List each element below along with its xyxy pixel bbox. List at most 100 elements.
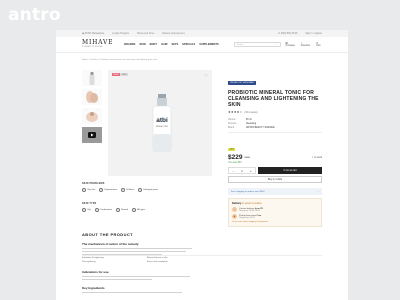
bottle-label: atbi bbox=[156, 117, 168, 124]
nav-item-brands[interactable]: BRANDS bbox=[124, 43, 135, 46]
delivery-info-link[interactable]: Learn more about shipping and payment bbox=[232, 221, 318, 223]
quantity-value[interactable]: 1 bbox=[241, 169, 243, 173]
chevron-right-icon: › bbox=[318, 190, 319, 193]
skin-problem-item[interactable]: ◦ Pigmentation bbox=[99, 188, 117, 192]
nav-item-supplements[interactable]: SUPPLEMENTS bbox=[199, 43, 218, 46]
top-strip: ◉ SHOP Marketplace Loyalty Program Store… bbox=[56, 30, 348, 37]
compare-button[interactable]: ⇄ Compare bbox=[286, 42, 296, 47]
quantity-stepper[interactable]: − 1 + bbox=[228, 167, 256, 174]
mechanism-heading: The mechanism of action of the remedy bbox=[82, 242, 139, 246]
thumbnail[interactable] bbox=[82, 108, 102, 124]
skin-problem-item[interactable]: ◦ Oily skin bbox=[82, 188, 95, 192]
skin-type-item[interactable]: ◦ All types bbox=[132, 208, 145, 212]
buy-one-click-button[interactable]: Buy in 1 click bbox=[228, 176, 322, 183]
favorites-button[interactable]: ♡ Favorites bbox=[301, 42, 311, 47]
plus-icon[interactable]: + bbox=[250, 169, 252, 173]
spec-value: 50 ml bbox=[246, 119, 252, 121]
topstrip-link[interactable]: ◉ SHOP Marketplace bbox=[82, 32, 104, 35]
skin-type-label: Combination bbox=[99, 209, 113, 211]
stock-status: ✓ In stock bbox=[312, 156, 323, 159]
drop-icon: ◦ bbox=[82, 188, 86, 192]
about-heading: ABOUT THE PRODUCT bbox=[82, 232, 134, 237]
sale-badge: -20% bbox=[120, 73, 129, 77]
main-product-image[interactable]: NEW -20% ♡ atbi MINERAL TONIC bbox=[108, 70, 212, 176]
compare-label: Compare bbox=[285, 45, 295, 47]
site-logo[interactable]: MIHAVE COSMETICS ONLINE bbox=[82, 39, 113, 50]
pore-icon: ◦ bbox=[138, 188, 143, 192]
skin-problem-label: Enlarged pores bbox=[143, 189, 159, 191]
cart-label: Cart bbox=[316, 45, 321, 47]
spot-icon: ◦ bbox=[99, 188, 104, 192]
review-count: (32 reviews) bbox=[244, 110, 258, 114]
benefit-list: Pore tightening Even, fresh complexion bbox=[82, 261, 202, 265]
skin-problem-item[interactable]: ◦ Enlarged pores bbox=[138, 188, 158, 192]
minus-icon[interactable]: − bbox=[232, 169, 234, 173]
topstrip-link[interactable]: Loyalty Program bbox=[112, 33, 129, 35]
section-heading: SKIN PROBLEMS bbox=[82, 182, 105, 185]
phone-number[interactable]: +7 (800) 550-35-35 bbox=[278, 33, 298, 35]
shipping-banner[interactable]: Free shipping on orders over $500 › bbox=[228, 188, 322, 195]
indications-heading: Indications for use bbox=[82, 270, 109, 274]
skin-type-item[interactable]: ◦ Combination bbox=[94, 208, 113, 212]
skin-type-item[interactable]: ◦ Normal bbox=[116, 208, 128, 212]
delivery-option-time: Today, from 12:00 bbox=[239, 216, 255, 219]
skin-problem-item[interactable]: ◦ Dullness bbox=[121, 188, 134, 192]
nav-item-sets[interactable]: SETS bbox=[171, 43, 178, 46]
old-price: $286 bbox=[244, 156, 250, 159]
play-icon bbox=[88, 132, 96, 138]
spec-key: Brand bbox=[228, 127, 235, 129]
savings-text: You save $57 bbox=[228, 162, 242, 164]
skin-problem-label: Dullness bbox=[126, 189, 135, 191]
spec-value[interactable]: ANTRO BEAUTY SCIENCE bbox=[246, 127, 275, 129]
product-page: ◉ SHOP Marketplace Loyalty Program Store… bbox=[56, 30, 348, 300]
indications-text bbox=[82, 276, 192, 282]
price-box: -20% $229 $286 ✓ In stock You save $57 −… bbox=[228, 132, 322, 183]
face-icon: ◦ bbox=[82, 208, 86, 212]
header-actions: ⇄ Compare ♡ Favorites ⊡ Cart bbox=[286, 42, 322, 47]
product-info: PROBIOTIC SKINCARE PROBIOTIC MINERAL TON… bbox=[228, 70, 322, 227]
topstrip-link[interactable]: Stores and Ones bbox=[137, 33, 154, 35]
delivery-title: Delivery bbox=[232, 202, 242, 205]
topstrip-link[interactable]: Delivery and payment bbox=[162, 33, 184, 35]
search-placeholder: Search bbox=[236, 43, 244, 46]
rating[interactable]: ★★★★☆ (32 reviews) bbox=[228, 110, 322, 114]
benefit-item: Pore tightening bbox=[82, 261, 96, 263]
spec-key: Purpose bbox=[228, 123, 237, 125]
nav-item-specials[interactable]: SPECIALS bbox=[182, 43, 195, 46]
category-tag[interactable]: PROBIOTIC SKINCARE bbox=[228, 81, 256, 85]
mechanism-text bbox=[82, 248, 192, 256]
main-nav: BRANDS SKIN BODY HAIR SETS SPECIALS SUPP… bbox=[124, 43, 218, 46]
delivery-option-price: Free bbox=[256, 214, 262, 217]
spec-list: Volume 50 ml Purpose Cleansing Brand ANTRO … bbox=[228, 119, 322, 129]
delivery-location-link[interactable]: to select a location bbox=[242, 202, 262, 205]
video-thumbnail[interactable] bbox=[82, 127, 102, 143]
benefit-item: Mineral balance of skin bbox=[147, 257, 168, 259]
skin-type-item[interactable]: ◦ Oily bbox=[82, 208, 91, 212]
delivery-option-time: Tomorrow, 10:00–18:00 bbox=[239, 209, 260, 212]
shipping-text: Free shipping on orders over $500 bbox=[231, 190, 265, 193]
search-icon[interactable]: ⌕ bbox=[276, 44, 277, 46]
cart-button[interactable]: ⊡ Cart bbox=[316, 42, 322, 47]
nav-item-skin[interactable]: SKIN bbox=[139, 43, 145, 46]
spec-row: Purpose Cleansing bbox=[228, 123, 322, 125]
favorite-heart-icon[interactable]: ♡ bbox=[204, 73, 208, 78]
application-thumb-icon bbox=[86, 112, 98, 122]
new-badge: NEW bbox=[112, 73, 121, 77]
brand-logo: antro bbox=[8, 5, 61, 25]
bottle-thumb-icon bbox=[89, 71, 95, 85]
breadcrumb[interactable]: Home › Products › Probiotic mineral toni… bbox=[82, 59, 157, 61]
thumbnail[interactable] bbox=[82, 89, 102, 105]
add-to-cart-label: Go to cart bbox=[286, 169, 297, 172]
ingredients-text bbox=[82, 292, 192, 295]
rating-stars: ★★★★☆ bbox=[228, 110, 243, 114]
search-input[interactable]: Search ⌕ bbox=[233, 42, 281, 47]
nav-item-body[interactable]: BODY bbox=[150, 43, 158, 46]
add-to-cart-button[interactable]: ⊡ Go to cart bbox=[258, 167, 322, 174]
ingredients-heading: Key Ingredients bbox=[82, 286, 105, 290]
spec-key: Volume bbox=[228, 119, 236, 121]
sign-in-link[interactable]: Sign in / register bbox=[305, 33, 322, 35]
nav-item-hair[interactable]: HAIR bbox=[161, 43, 167, 46]
thumbnail[interactable] bbox=[82, 70, 102, 86]
spec-value: Cleansing bbox=[246, 123, 257, 125]
skin-type-label: Normal bbox=[121, 209, 129, 211]
